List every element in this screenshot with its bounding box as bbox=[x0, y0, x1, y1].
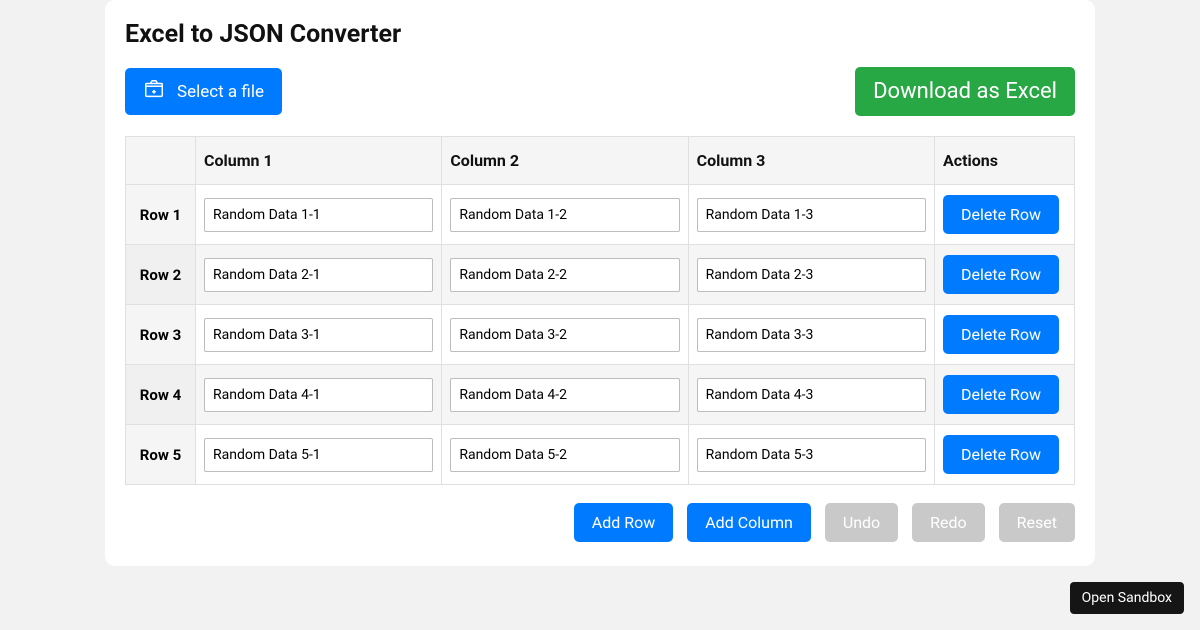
header-corner bbox=[126, 137, 196, 185]
footer-actions: Add Row Add Column Undo Redo Reset bbox=[125, 503, 1075, 542]
cell-input[interactable] bbox=[204, 198, 433, 232]
row-header: Row 5 bbox=[126, 425, 196, 485]
cell-actions: Delete Row bbox=[935, 185, 1075, 245]
download-excel-label: Download as Excel bbox=[873, 79, 1057, 104]
cell-input[interactable] bbox=[450, 438, 679, 472]
cell-input[interactable] bbox=[204, 318, 433, 352]
cell bbox=[688, 185, 934, 245]
row-header: Row 3 bbox=[126, 305, 196, 365]
cell bbox=[196, 185, 442, 245]
table-row: Row 2 Delete Row bbox=[126, 245, 1075, 305]
reset-button[interactable]: Reset bbox=[999, 503, 1075, 542]
toolbar: Select a file Download as Excel bbox=[125, 67, 1075, 116]
add-column-button[interactable]: Add Column bbox=[687, 503, 811, 542]
cell-input[interactable] bbox=[450, 318, 679, 352]
cell bbox=[688, 245, 934, 305]
cell-input[interactable] bbox=[697, 198, 926, 232]
delete-row-button[interactable]: Delete Row bbox=[943, 375, 1059, 414]
delete-row-button[interactable]: Delete Row bbox=[943, 255, 1059, 294]
cell bbox=[442, 365, 688, 425]
cell-input[interactable] bbox=[204, 438, 433, 472]
cell bbox=[442, 305, 688, 365]
cell bbox=[442, 425, 688, 485]
cell-actions: Delete Row bbox=[935, 365, 1075, 425]
cell bbox=[196, 365, 442, 425]
cell-input[interactable] bbox=[697, 258, 926, 292]
row-header: Row 1 bbox=[126, 185, 196, 245]
cell bbox=[196, 305, 442, 365]
select-file-label: Select a file bbox=[177, 82, 264, 102]
cell-input[interactable] bbox=[697, 378, 926, 412]
cell bbox=[442, 245, 688, 305]
header-actions: Actions bbox=[935, 137, 1075, 185]
cell-input[interactable] bbox=[450, 378, 679, 412]
delete-row-button[interactable]: Delete Row bbox=[943, 195, 1059, 234]
file-icon bbox=[143, 78, 165, 105]
header-col1: Column 1 bbox=[196, 137, 442, 185]
cell bbox=[196, 245, 442, 305]
cell bbox=[196, 425, 442, 485]
cell bbox=[688, 425, 934, 485]
select-file-button[interactable]: Select a file bbox=[125, 68, 282, 115]
download-excel-button[interactable]: Download as Excel bbox=[855, 67, 1075, 116]
cell-input[interactable] bbox=[204, 378, 433, 412]
cell bbox=[688, 305, 934, 365]
header-col3: Column 3 bbox=[688, 137, 934, 185]
table-row: Row 4 Delete Row bbox=[126, 365, 1075, 425]
data-table: Column 1 Column 2 Column 3 Actions Row 1… bbox=[125, 136, 1075, 485]
cell-actions: Delete Row bbox=[935, 305, 1075, 365]
table-row: Row 5 Delete Row bbox=[126, 425, 1075, 485]
app-container: Excel to JSON Converter Select a file Do… bbox=[105, 0, 1095, 566]
cell-input[interactable] bbox=[697, 318, 926, 352]
cell bbox=[688, 365, 934, 425]
add-row-button[interactable]: Add Row bbox=[574, 503, 673, 542]
table-row: Row 3 Delete Row bbox=[126, 305, 1075, 365]
page-title: Excel to JSON Converter bbox=[125, 20, 1075, 49]
cell-actions: Delete Row bbox=[935, 245, 1075, 305]
redo-button[interactable]: Redo bbox=[912, 503, 985, 542]
cell-actions: Delete Row bbox=[935, 425, 1075, 485]
cell bbox=[442, 185, 688, 245]
delete-row-button[interactable]: Delete Row bbox=[943, 435, 1059, 474]
row-header: Row 4 bbox=[126, 365, 196, 425]
header-col2: Column 2 bbox=[442, 137, 688, 185]
undo-button[interactable]: Undo bbox=[825, 503, 898, 542]
row-header: Row 2 bbox=[126, 245, 196, 305]
cell-input[interactable] bbox=[450, 258, 679, 292]
cell-input[interactable] bbox=[204, 258, 433, 292]
open-sandbox-button[interactable]: Open Sandbox bbox=[1070, 582, 1184, 614]
cell-input[interactable] bbox=[697, 438, 926, 472]
cell-input[interactable] bbox=[450, 198, 679, 232]
table-row: Row 1 Delete Row bbox=[126, 185, 1075, 245]
delete-row-button[interactable]: Delete Row bbox=[943, 315, 1059, 354]
